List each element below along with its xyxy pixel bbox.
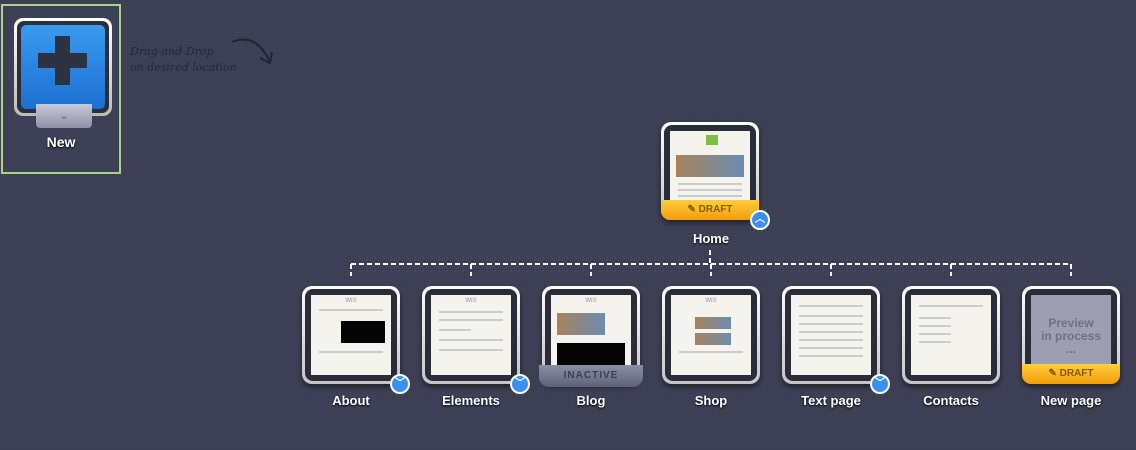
draft-badge: ✎ DRAFT xyxy=(661,200,759,220)
expand-toggle-icon[interactable]: ﹀ xyxy=(390,374,410,394)
page-card-elements[interactable]: WIS xyxy=(422,286,520,384)
page-label: Elements xyxy=(442,393,500,408)
collapse-toggle-icon[interactable]: ︿ xyxy=(750,210,770,230)
page-label: Contacts xyxy=(923,393,979,408)
page-card-new-page[interactable]: Preview in process... ✎ DRAFT xyxy=(1022,286,1120,384)
status-text: DRAFT xyxy=(698,204,733,215)
page-thumbnail xyxy=(670,131,750,211)
page-label: New page xyxy=(1040,393,1102,408)
page-label: Home xyxy=(692,231,730,246)
draft-badge: ✎ DRAFT xyxy=(1022,364,1120,384)
page-card-contacts[interactable] xyxy=(902,286,1000,384)
page-card-home[interactable]: ✎ DRAFT xyxy=(661,122,759,220)
page-label: Text page xyxy=(801,393,861,408)
page-label: About xyxy=(332,393,370,408)
preview-line: ... xyxy=(1065,342,1076,356)
inactive-badge: INACTIVE xyxy=(539,365,643,387)
expand-toggle-icon[interactable]: ﹀ xyxy=(510,374,530,394)
page-card-about[interactable]: WIS xyxy=(302,286,400,384)
page-label: Blog xyxy=(576,393,606,408)
page-label: Shop xyxy=(694,393,728,408)
page-card-blog[interactable]: WIS INACTIVE xyxy=(539,286,643,387)
page-card-text-page[interactable] xyxy=(782,286,880,384)
preview-placeholder: Preview in process... xyxy=(1031,295,1111,375)
page-card-shop[interactable]: WIS xyxy=(662,286,760,384)
expand-toggle-icon[interactable]: ﹀ xyxy=(870,374,890,394)
status-text: DRAFT xyxy=(1059,368,1094,379)
